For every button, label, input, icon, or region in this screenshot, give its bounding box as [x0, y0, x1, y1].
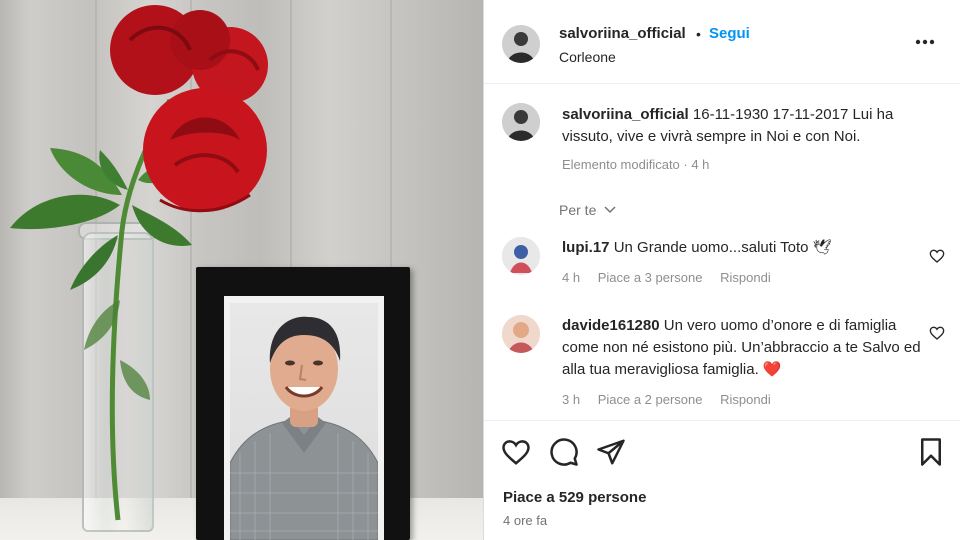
bookmark-icon[interactable]	[916, 437, 946, 467]
comment-likes[interactable]: Piace a 2 persone	[598, 392, 703, 407]
comment-time[interactable]: 3 h	[562, 392, 580, 407]
comment: lupi.17 Un Grande uomo...saluti Toto 🕊 4…	[562, 237, 927, 289]
avatar[interactable]	[502, 25, 540, 63]
heart-outline-icon[interactable]	[501, 437, 531, 467]
reply-button[interactable]: Rispondi	[720, 270, 771, 285]
speech-bubble-icon[interactable]	[549, 437, 579, 467]
reply-button[interactable]: Rispondi	[720, 392, 771, 407]
chevron-down-icon	[604, 206, 616, 214]
likes-count[interactable]: Piace a 529 persone	[503, 489, 646, 506]
post-actions: Piace a 529 persone 4 ore fa	[484, 420, 960, 540]
post-timestamp: 4 ore fa	[503, 513, 548, 528]
comments-filter-label: Per te	[559, 202, 597, 218]
follow-separator: •	[696, 26, 701, 42]
portrait-man	[230, 316, 378, 540]
comment-like-icon[interactable]	[929, 248, 945, 264]
caption-avatar[interactable]	[502, 103, 540, 141]
comment-time[interactable]: 4 h	[562, 270, 580, 285]
follow-button[interactable]: Segui	[709, 25, 750, 42]
comment-like-icon[interactable]	[929, 325, 945, 341]
comment-avatar[interactable]	[502, 237, 540, 275]
post-panel: salvoriina_official • Segui Corleone sal…	[483, 0, 960, 540]
post-location[interactable]: Corleone	[559, 49, 616, 65]
post-caption: salvoriina_official 16-11-1930 17-11-201…	[562, 104, 942, 176]
comment-likes[interactable]: Piace a 3 persone	[598, 270, 703, 285]
paper-plane-icon[interactable]	[596, 437, 626, 467]
post-username[interactable]: salvoriina_official	[559, 25, 686, 42]
caption-meta: Elemento modificato · 4 h	[562, 157, 710, 172]
post-header: salvoriina_official • Segui Corleone	[484, 3, 960, 84]
comment-username[interactable]: davide161280	[562, 317, 660, 334]
comment: davide161280 Un vero uomo d’onore e di f…	[562, 315, 927, 411]
comment-avatar[interactable]	[502, 315, 540, 353]
framed-portrait	[230, 303, 378, 540]
post-photo	[0, 0, 483, 540]
comment-text: Un Grande uomo...saluti Toto 🕊	[613, 239, 832, 256]
more-horizontal-icon[interactable]	[915, 33, 935, 45]
caption-username[interactable]: salvoriina_official	[562, 106, 689, 123]
comments-filter[interactable]: Per te	[559, 202, 617, 218]
comment-username[interactable]: lupi.17	[562, 239, 610, 256]
